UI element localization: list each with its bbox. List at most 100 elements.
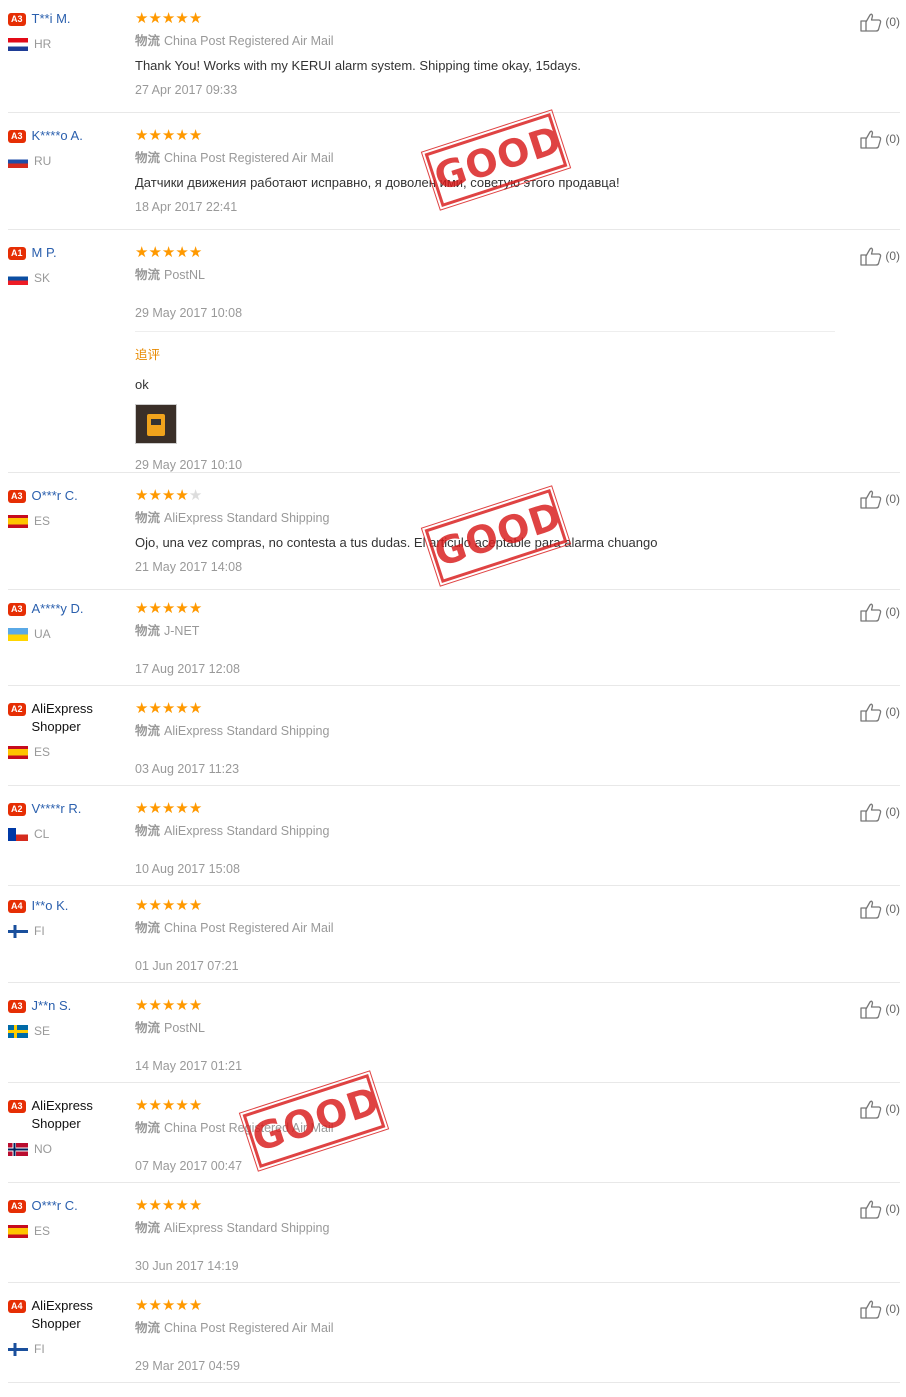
reviewer-name[interactable]: O***r C. <box>32 487 78 505</box>
review-date: 27 Apr 2017 09:33 <box>135 83 238 97</box>
buyer-level-badge: A2 <box>8 803 26 816</box>
helpful-count: (0) <box>885 1202 900 1216</box>
shipping-method: 物流 PostNL <box>135 1020 835 1036</box>
shipping-name: AliExpress Standard Shipping <box>164 824 330 838</box>
star-icon: ★ <box>148 244 162 261</box>
helpful-button[interactable]: (0) <box>859 1199 900 1219</box>
helpful-button[interactable]: (0) <box>859 129 900 149</box>
shipping-label: 物流 <box>135 1021 161 1035</box>
reviewer-name[interactable]: M P. <box>32 244 57 262</box>
review-item: A3 AliExpress Shopper NO ★★★★★ 物流 China Post … <box>8 1089 900 1183</box>
helpful-button[interactable]: (0) <box>859 999 900 1019</box>
shipping-name: China Post Registered Air Mail <box>164 921 334 935</box>
helpful-button[interactable]: (0) <box>859 702 900 722</box>
reviewer-info: A1 M P. SK <box>8 244 128 285</box>
helpful-button[interactable]: (0) <box>859 1099 900 1119</box>
reviewer-name[interactable]: A****y D. <box>32 600 84 618</box>
star-icon: ★ <box>175 600 189 617</box>
helpful-button[interactable]: (0) <box>859 1299 900 1319</box>
helpful-button[interactable]: (0) <box>859 489 900 509</box>
shipping-method: 物流 AliExpress Standard Shipping <box>135 1220 835 1236</box>
thumbs-up-icon <box>860 1000 882 1019</box>
shipping-name: PostNL <box>164 1021 206 1035</box>
review-date: 29 May 2017 10:08 <box>135 306 243 320</box>
follow-up-review: 追评 ok 29 May 2017 10:10 <box>135 331 835 472</box>
star-icon: ★ <box>188 997 203 1014</box>
reviewer-info: A2 AliExpress Shopper ES <box>8 700 128 759</box>
reviewer-name[interactable]: O***r C. <box>32 1197 78 1215</box>
helpful-button[interactable]: (0) <box>859 12 900 32</box>
shipping-method: 物流 AliExpress Standard Shipping <box>135 723 835 739</box>
review-item: A4 AliExpress Shopper FI ★★★★★ 物流 China Post … <box>8 1289 900 1383</box>
country-flag-icon <box>8 154 28 168</box>
country-flag-icon <box>8 827 28 841</box>
follow-up-label: 追评 <box>135 348 161 362</box>
star-icon: ★ <box>148 10 162 27</box>
review-photo-thumbnail[interactable] <box>135 404 177 444</box>
review-content: ★★★★★ 物流 AliExpress Standard Shipping 03 Au… <box>135 700 835 777</box>
country-flag-icon <box>8 37 28 51</box>
star-icon: ★ <box>175 700 189 717</box>
empty-review-text <box>135 283 835 297</box>
country-code: NO <box>34 1142 52 1156</box>
helpful-button[interactable]: (0) <box>859 602 900 622</box>
buyer-level-badge: A3 <box>8 13 26 26</box>
review-date: 01 Jun 2017 07:21 <box>135 959 239 973</box>
shipping-label: 物流 <box>135 724 161 738</box>
review-item: A3 T**i M. HR ★★★★★ 物流 China Post Registered … <box>8 2 900 113</box>
shipping-method: 物流 AliExpress Standard Shipping <box>135 823 835 839</box>
thumbs-up-icon <box>860 247 882 266</box>
shipping-name: China Post Registered Air Mail <box>164 34 334 48</box>
shipping-name: AliExpress Standard Shipping <box>164 1221 330 1235</box>
star-rating: ★★★★★ <box>135 800 835 818</box>
reviewer-name[interactable]: K****o A. <box>32 127 83 145</box>
star-rating: ★★★★★ <box>135 1197 835 1215</box>
country-flag-icon <box>8 271 28 285</box>
helpful-count: (0) <box>885 1002 900 1016</box>
star-icon: ★ <box>135 127 149 144</box>
helpful-count: (0) <box>885 902 900 916</box>
review-content: ★★★★★ 物流 China Post Registered Air Mail 01 … <box>135 897 835 974</box>
review-item: A4 I**o K. FI ★★★★★ 物流 China Post Registered … <box>8 889 900 983</box>
review-content: ★★★★★ 物流 J-NET 17 Aug 2017 12:08 <box>135 600 835 677</box>
thumbs-up-icon <box>860 1100 882 1119</box>
buyer-level-badge: A3 <box>8 603 26 616</box>
shipping-name: AliExpress Standard Shipping <box>164 511 330 525</box>
review-content: ★★★★★ 物流 China Post Registered Air Mail Tha… <box>135 10 835 98</box>
review-date: 17 Aug 2017 12:08 <box>135 662 240 676</box>
reviewer-name[interactable]: T**i M. <box>32 10 71 28</box>
reviewer-name[interactable]: V****r R. <box>32 800 82 818</box>
star-icon: ★ <box>175 244 189 261</box>
reviewer-name[interactable]: J**n S. <box>32 997 72 1015</box>
buyer-level-badge: A4 <box>8 900 26 913</box>
helpful-button[interactable]: (0) <box>859 802 900 822</box>
reviewer-country: ES <box>8 745 128 759</box>
star-icon: ★ <box>161 997 176 1014</box>
helpful-button[interactable]: (0) <box>859 899 900 919</box>
helpful-button[interactable]: (0) <box>859 246 900 266</box>
helpful-count: (0) <box>885 492 900 506</box>
star-icon: ★ <box>188 127 203 144</box>
country-code: UA <box>34 627 51 641</box>
thumbs-up-icon <box>860 703 882 722</box>
empty-review-text <box>135 1236 835 1250</box>
star-icon: ★ <box>188 10 203 27</box>
thumbs-up-icon <box>860 803 882 822</box>
review-item: A1 M P. SK ★★★★★ 物流 PostNL 29 May 2017 10:08 追评… <box>8 236 900 473</box>
star-rating: ★★★★★ <box>135 897 835 915</box>
country-code: ES <box>34 514 51 528</box>
helpful-count: (0) <box>885 1102 900 1116</box>
reviewer-name[interactable]: I**o K. <box>32 897 69 915</box>
review-text: Thank You! Works with my KERUI alarm sys… <box>135 58 582 73</box>
star-icon: ★ <box>188 1197 203 1214</box>
shipping-label: 物流 <box>135 824 161 838</box>
star-icon: ★ <box>161 700 176 717</box>
review-text: Ojo, una vez compras, no contesta a tus … <box>135 535 658 550</box>
star-icon: ★ <box>161 244 176 261</box>
star-rating: ★★★★★ <box>135 10 835 28</box>
shipping-name: China Post Registered Air Mail <box>164 1321 334 1335</box>
country-flag-icon <box>8 745 28 759</box>
review-content: ★★★★★ 物流 China Post Registered Air Mail 29 … <box>135 1297 835 1374</box>
shipping-method: 物流 China Post Registered Air Mail <box>135 1120 835 1136</box>
reviewer-country: FI <box>8 924 128 938</box>
